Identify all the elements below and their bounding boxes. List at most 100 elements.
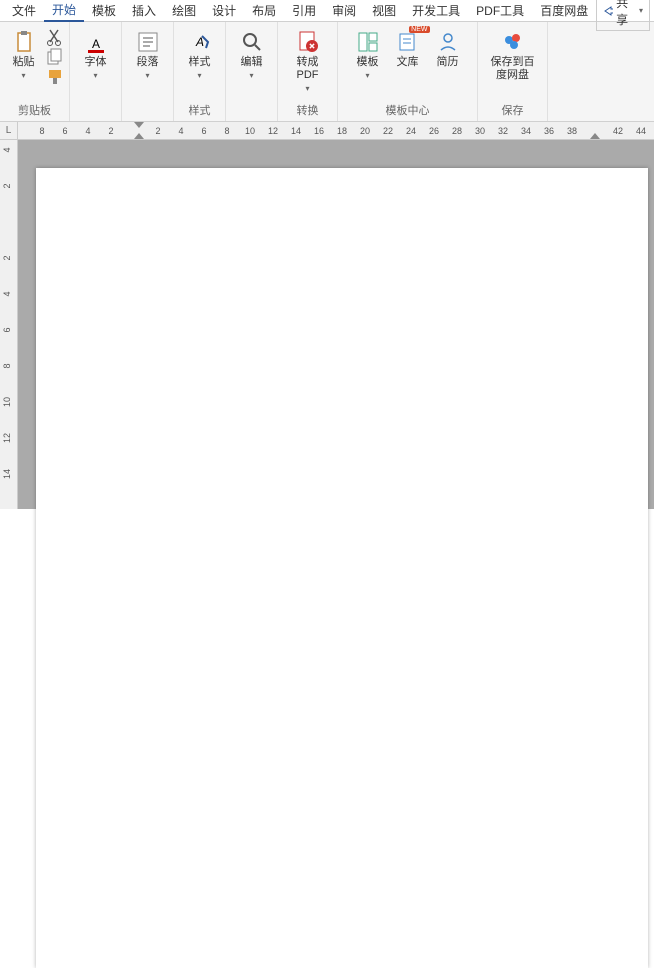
ruler-tick: 28 — [452, 126, 462, 136]
group-convert: 转成PDF ▾ 转换 — [278, 22, 338, 121]
share-icon — [603, 5, 613, 17]
font-label: 字体 — [85, 56, 107, 69]
paste-button[interactable]: 粘贴 ▾ — [6, 28, 42, 82]
ruler-tick: 22 — [383, 126, 393, 136]
ruler-tick: 24 — [406, 126, 416, 136]
search-icon — [240, 30, 264, 54]
group-save: 保存到百度网盘 保存 — [478, 22, 548, 121]
tab-insert[interactable]: 插入 — [124, 0, 164, 21]
styles-icon: A — [188, 30, 212, 54]
ruler-tick: 38 — [567, 126, 577, 136]
ruler-tick: 34 — [521, 126, 531, 136]
styles-button[interactable]: A 样式 ▾ — [182, 28, 218, 82]
ruler-tick: 2 — [155, 126, 160, 136]
ruler-tick: 12 — [268, 126, 278, 136]
ruler-tick: 16 — [314, 126, 324, 136]
format-painter-icon[interactable] — [46, 68, 64, 86]
tab-references[interactable]: 引用 — [284, 0, 324, 21]
convert-group-label: 转换 — [282, 99, 333, 121]
ruler-corner[interactable]: L — [0, 122, 18, 140]
group-styles: A 样式 ▾ 样式 — [174, 22, 226, 121]
clipboard-group-label: 剪贴板 — [4, 99, 65, 121]
ruler-tick: 36 — [544, 126, 554, 136]
ruler-tick: 4 — [2, 147, 12, 152]
library-button[interactable]: NEW 文库 — [390, 28, 426, 71]
ruler-tick: 4 — [178, 126, 183, 136]
styles-group-label: 样式 — [178, 99, 221, 121]
ruler-tick: 14 — [291, 126, 301, 136]
ruler-tick: 30 — [475, 126, 485, 136]
right-indent-marker[interactable] — [590, 133, 600, 139]
cut-icon[interactable] — [46, 28, 64, 46]
resume-button[interactable]: 简历 — [430, 28, 466, 71]
tab-file[interactable]: 文件 — [4, 0, 44, 21]
editing-group-label — [230, 115, 273, 121]
tab-home[interactable]: 开始 — [44, 0, 84, 22]
ruler-tick: 10 — [245, 126, 255, 136]
font-group-label — [74, 115, 117, 121]
chevron-down-icon: ▾ — [145, 71, 149, 80]
chevron-down-icon: ▾ — [365, 71, 369, 80]
paste-label: 粘贴 — [13, 56, 35, 69]
ruler-tick: 26 — [429, 126, 439, 136]
tab-review[interactable]: 审阅 — [324, 0, 364, 21]
chevron-down-icon: ▾ — [249, 71, 253, 80]
paragraph-button[interactable]: 段落 ▾ — [130, 28, 166, 82]
chevron-down-icon: ▾ — [93, 71, 97, 80]
tab-draw[interactable]: 绘图 — [164, 0, 204, 21]
ruler-tick: 44 — [636, 126, 646, 136]
copy-icon[interactable] — [46, 48, 64, 66]
share-button[interactable]: 共享 ▾ — [596, 0, 650, 31]
ruler-tick: 8 — [2, 363, 12, 368]
ruler-tick: 8 — [224, 126, 229, 136]
group-editing: 编辑 ▾ — [226, 22, 278, 121]
ruler-tick: 4 — [85, 126, 90, 136]
paragraph-label: 段落 — [137, 56, 159, 69]
font-button[interactable]: A 字体 ▾ — [78, 28, 114, 82]
group-template-center: 模板 ▾ NEW 文库 简历 模板中心 — [338, 22, 478, 121]
library-label: 文库 — [397, 56, 419, 69]
editing-label: 编辑 — [241, 56, 263, 69]
template-icon — [356, 30, 380, 54]
ruler-tick: 12 — [2, 433, 12, 443]
ruler-tick: 32 — [498, 126, 508, 136]
to-pdf-label: 转成PDF — [288, 56, 327, 82]
indent-marker-top[interactable] — [134, 122, 144, 128]
ruler-tick: 8 — [39, 126, 44, 136]
ruler-tick: 42 — [613, 126, 623, 136]
resume-icon — [436, 30, 460, 54]
horizontal-ruler[interactable]: 8642246810121416182022242628303234363842… — [18, 122, 654, 140]
ruler-tick: 4 — [2, 291, 12, 296]
svg-text:A: A — [91, 37, 99, 51]
tab-pdf[interactable]: PDF工具 — [468, 0, 532, 21]
pdf-icon — [296, 30, 320, 54]
tab-baidu[interactable]: 百度网盘 — [532, 0, 596, 21]
chevron-down-icon: ▾ — [639, 6, 643, 15]
ruler-tick: 2 — [2, 255, 12, 260]
tab-layout[interactable]: 布局 — [244, 0, 284, 21]
menu-tabs: 文件 开始 模板 插入 绘图 设计 布局 引用 审阅 视图 开发工具 PDF工具… — [0, 0, 654, 22]
to-pdf-button[interactable]: 转成PDF ▾ — [282, 28, 333, 95]
save-baidu-button[interactable]: 保存到百度网盘 — [480, 28, 546, 84]
document-page[interactable] — [36, 168, 648, 968]
ruler-tick: 20 — [360, 126, 370, 136]
paragraph-group-label — [126, 115, 169, 121]
vertical-ruler[interactable]: 422468101214 — [0, 140, 18, 509]
ruler-tick: 18 — [337, 126, 347, 136]
share-label: 共享 — [616, 0, 636, 28]
save-group-label: 保存 — [482, 99, 543, 121]
ruler-tick: 2 — [108, 126, 113, 136]
ruler-tick: 14 — [2, 469, 12, 479]
tab-developer[interactable]: 开发工具 — [404, 0, 468, 21]
chevron-down-icon: ▾ — [305, 84, 309, 93]
template-button[interactable]: 模板 ▾ — [350, 28, 386, 82]
editing-button[interactable]: 编辑 ▾ — [234, 28, 270, 82]
indent-marker-bottom[interactable] — [134, 133, 144, 139]
group-font: A 字体 ▾ — [70, 22, 122, 121]
tab-view[interactable]: 视图 — [364, 0, 404, 21]
template-center-group-label: 模板中心 — [342, 99, 473, 121]
font-icon: A — [84, 30, 108, 54]
tab-design[interactable]: 设计 — [204, 0, 244, 21]
tab-template[interactable]: 模板 — [84, 0, 124, 21]
ruler-tick: 6 — [2, 327, 12, 332]
